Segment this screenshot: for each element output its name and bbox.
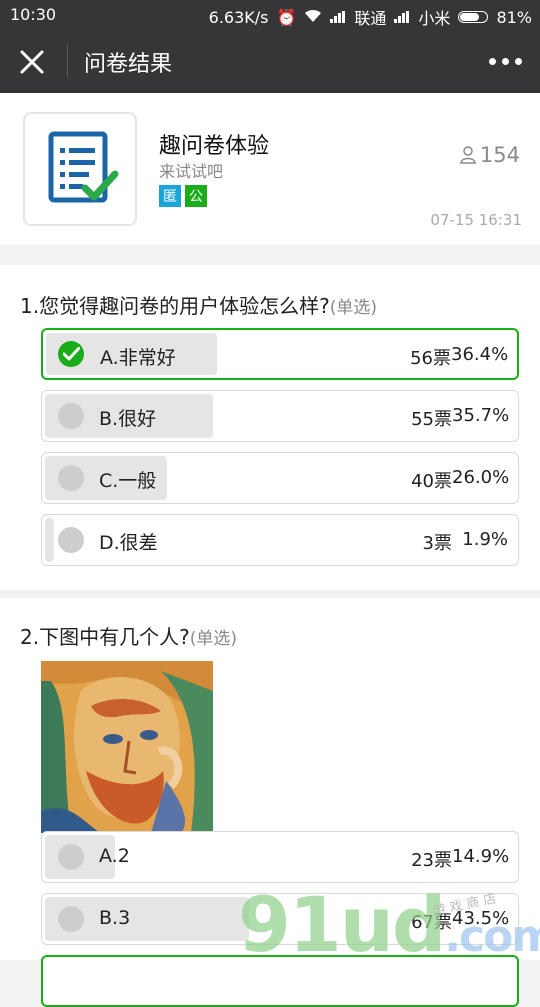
result-bar: [45, 518, 54, 562]
close-icon[interactable]: [18, 48, 46, 76]
question-image[interactable]: [41, 661, 213, 833]
option-b[interactable]: B.很好 55票 35.7%: [41, 390, 519, 442]
signal-icon: [394, 11, 410, 23]
survey-logo: [23, 112, 137, 226]
option-votes: 55票: [411, 409, 452, 430]
anonymous-tag: 匿: [159, 185, 181, 207]
option-a[interactable]: A.非常好 56票 36.4%: [41, 328, 519, 380]
carrier-2: 小米: [418, 9, 451, 28]
survey-tags: 匿 公: [159, 185, 207, 207]
option-label: C.一般: [99, 470, 157, 492]
radio-icon: [58, 465, 84, 491]
network-speed: 6.63K/s: [208, 7, 269, 27]
watermark-text: 91ud: [238, 880, 446, 969]
question-type: (单选): [189, 629, 237, 649]
question-1: 1.您觉得趣问卷的用户体验怎么样?(单选) A.非常好 56票 36.4% B.很…: [0, 265, 540, 590]
option-stats: 23票 14.9%: [411, 846, 510, 872]
alarm-icon: ⏰: [276, 7, 297, 27]
checked-radio-icon: [58, 341, 84, 367]
more-dots-icon[interactable]: [489, 58, 522, 65]
question-type: (单选): [329, 298, 377, 318]
option-stats: 3票 1.9%: [423, 529, 508, 555]
status-time: 10:30: [10, 5, 57, 24]
radio-icon: [58, 403, 84, 429]
battery-fill: [460, 13, 480, 21]
wifi-icon: [304, 8, 322, 27]
option-votes: 40票: [411, 471, 452, 492]
status-bar: 10:30 6.63K/s ⏰ 联通 小米 81%: [0, 0, 540, 30]
status-right: 6.63K/s ⏰ 联通 小米 81%: [209, 5, 532, 29]
nav-bar: 问卷结果: [0, 30, 540, 93]
option-label: A.2: [99, 845, 130, 867]
option-label: B.3: [99, 907, 131, 929]
option-stats: 55票 35.7%: [411, 405, 510, 431]
survey-doc-icon: [48, 131, 119, 203]
option-percent: 26.0%: [452, 467, 510, 488]
option-percent: 1.9%: [462, 529, 508, 550]
option-a[interactable]: A.2 23票 14.9%: [41, 831, 519, 883]
page-title: 问卷结果: [84, 52, 173, 77]
option-percent: 36.4%: [451, 344, 509, 365]
public-tag: 公: [185, 185, 207, 207]
option-votes: 23票: [411, 850, 452, 871]
survey-title: 趣问卷体验: [159, 134, 270, 159]
question-text: 2.下图中有几个人?: [20, 625, 190, 649]
option-stats: 40票 26.0%: [411, 467, 510, 493]
survey-date: 07-15 16:31: [430, 211, 522, 229]
option-d[interactable]: D.很差 3票 1.9%: [41, 514, 519, 566]
option-label: D.很差: [99, 532, 158, 554]
option-percent: 14.9%: [452, 846, 510, 867]
radio-icon: [58, 906, 84, 932]
nav-divider: [67, 44, 68, 78]
option-stats: 56票 36.4%: [410, 344, 509, 370]
participant-number: 154: [479, 143, 520, 167]
question-text: 1.您觉得趣问卷的用户体验怎么样?: [20, 294, 330, 318]
question-title: 1.您觉得趣问卷的用户体验怎么样?(单选): [20, 290, 377, 319]
option-votes: 3票: [422, 533, 452, 554]
carrier-1: 联通: [354, 9, 387, 28]
survey-subtitle: 来试试吧: [159, 162, 224, 181]
radio-icon: [58, 527, 84, 553]
person-icon: [460, 146, 476, 164]
battery-percent: 81%: [496, 7, 532, 27]
watermark-domain: .com: [444, 911, 540, 962]
question-title: 2.下图中有几个人?(单选): [20, 621, 237, 650]
signal-icon: [330, 11, 346, 23]
option-label: A.非常好: [100, 347, 176, 369]
participant-count: 154: [460, 143, 520, 167]
option-votes: 56票: [410, 348, 451, 369]
option-percent: 35.7%: [452, 405, 510, 426]
option-label: B.很好: [99, 408, 157, 430]
option-c[interactable]: C.一般 40票 26.0%: [41, 452, 519, 504]
radio-icon: [58, 844, 84, 870]
survey-header: 趣问卷体验 来试试吧 匿 公 154 07-15 16:31: [0, 93, 540, 245]
battery-icon: [458, 11, 489, 23]
